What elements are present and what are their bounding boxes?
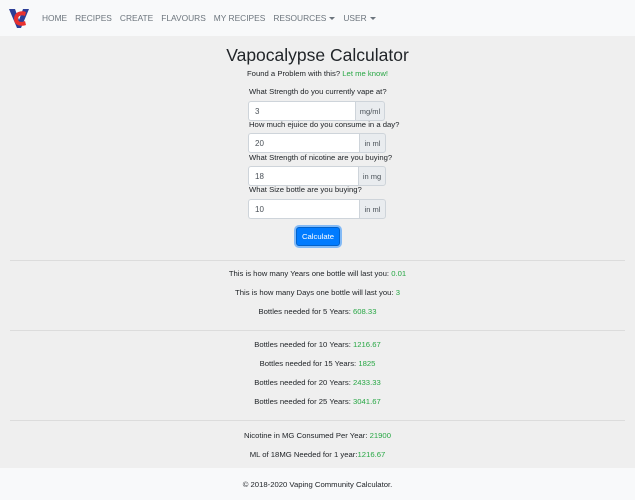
calculate-button[interactable]: Calculate (296, 227, 340, 246)
bottles-5-result: Bottles needed for 5 Years: 608.33 (0, 307, 635, 316)
divider (10, 420, 625, 421)
bottles-20-result: Bottles needed for 20 Years: 2433.33 (0, 378, 635, 387)
footer: © 2018-2020 Vaping Community Calculator. (0, 468, 635, 500)
caret-down-icon (329, 17, 336, 20)
bottles-10-result: Bottles needed for 10 Years: 1216.67 (0, 340, 635, 349)
bottles-25-label: Bottles needed for 25 Years: (254, 397, 353, 406)
consume-input[interactable] (248, 133, 359, 153)
years-label: This is how many Years one bottle will l… (228, 269, 392, 278)
bottles-20-value: 2433.33 (352, 378, 381, 387)
nicotine-year-value: 21900 (369, 431, 391, 440)
years-result: This is how many Years one bottle will l… (0, 269, 635, 278)
bottles-5-value: 608.33 (352, 307, 377, 316)
bottles-15-value: 1825 (358, 359, 376, 368)
divider (10, 330, 625, 331)
nicotine-input-group: in mg (248, 166, 386, 186)
ml-year-label: ML of 18MG Needed for 1 year: (249, 450, 358, 459)
problem-notice: Found a Problem with this? Let me know! (0, 69, 635, 78)
nav-links: HOME RECIPES CREATE FLAVOURS MY RECIPES … (38, 0, 380, 36)
bottle-label: What Size bottle are you buying? (249, 185, 362, 194)
nav-home[interactable]: HOME (38, 13, 71, 23)
consume-unit: in ml (359, 133, 386, 153)
bottle-input[interactable] (248, 199, 359, 219)
footer-copyright: © 2018-2020 Vaping Community Calculator. (242, 479, 393, 489)
nav-user-label: USER (343, 13, 367, 23)
nav-user-dropdown[interactable]: USER (339, 13, 379, 23)
nav-resources-label: RESOURCES (273, 13, 327, 23)
years-value: 0.01 (391, 269, 407, 278)
days-result: This is how many Days one bottle will la… (0, 288, 635, 297)
bottles-25-value: 3041.67 (352, 397, 381, 406)
vc-logo-icon[interactable] (8, 6, 30, 30)
nicotine-label: What Strength of nicotine are you buying… (249, 153, 393, 162)
nicotine-unit: in mg (358, 166, 386, 186)
nicotine-year-label: Nicotine in MG Consumed Per Year: (243, 431, 370, 440)
ml-year-result: ML of 18MG Needed for 1 year:1216.67 (0, 450, 635, 459)
nav-flavours[interactable]: FLAVOURS (157, 13, 210, 23)
strength-label: What Strength do you currently vape at? (249, 87, 387, 96)
nicotine-input[interactable] (248, 166, 358, 186)
let-me-know-link[interactable]: Let me know! (342, 69, 388, 78)
nav-my-recipes[interactable]: MY RECIPES (210, 13, 270, 23)
consume-input-group: in ml (248, 133, 386, 153)
ml-year-value: 1216.67 (357, 450, 386, 459)
strength-unit: mg/ml (355, 101, 385, 121)
nicotine-year-result: Nicotine in MG Consumed Per Year: 21900 (0, 431, 635, 440)
bottle-input-group: in ml (248, 199, 386, 219)
consume-label: How much ejuice do you consume in a day? (249, 120, 400, 129)
nav-resources-dropdown[interactable]: RESOURCES (269, 13, 339, 23)
days-value: 3 (395, 288, 400, 297)
caret-down-icon (369, 17, 376, 20)
bottles-10-value: 1216.67 (352, 340, 381, 349)
strength-input[interactable] (248, 101, 355, 121)
strength-input-group: mg/ml (248, 101, 385, 121)
problem-text: Found a Problem with this? (246, 69, 343, 78)
bottles-25-result: Bottles needed for 25 Years: 3041.67 (0, 397, 635, 406)
bottles-15-label: Bottles needed for 15 Years: (259, 359, 359, 368)
bottle-unit: in ml (359, 199, 386, 219)
bottles-20-label: Bottles needed for 20 Years: (254, 378, 353, 387)
nav-create[interactable]: CREATE (116, 13, 157, 23)
page-title: Vapocalypse Calculator (226, 45, 409, 65)
bottles-15-result: Bottles needed for 15 Years: 1825 (0, 359, 635, 368)
divider (10, 260, 625, 261)
days-label: This is how many Days one bottle will la… (235, 288, 396, 297)
nav-recipes[interactable]: RECIPES (71, 13, 116, 23)
bottles-5-label: Bottles needed for 5 Years: (258, 307, 353, 316)
bottles-10-label: Bottles needed for 10 Years: (254, 340, 353, 349)
navbar: HOME RECIPES CREATE FLAVOURS MY RECIPES … (0, 0, 635, 36)
